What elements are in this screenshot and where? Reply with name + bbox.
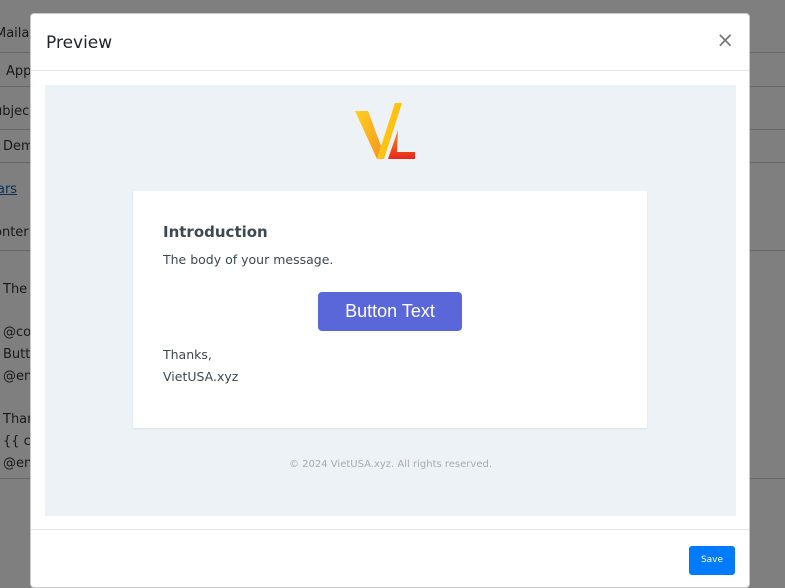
copyright-text: © 2024 VietUSA.xyz. All rights reserved. <box>289 459 492 470</box>
email-card: Introduction The body of your message. B… <box>133 191 647 428</box>
preview-modal: Preview × Introduction The body of your … <box>30 13 750 588</box>
email-action-button[interactable]: Button Text <box>318 292 462 331</box>
signature-text: VietUSA.xyz <box>163 369 239 384</box>
email-signoff: Thanks, VietUSA.xyz <box>163 344 238 388</box>
vl-logo-icon <box>355 103 415 159</box>
modal-footer: Save <box>31 529 749 587</box>
modal-header: Preview × <box>31 14 749 71</box>
close-icon[interactable]: × <box>716 30 734 51</box>
email-preview: Introduction The body of your message. B… <box>45 85 736 516</box>
modal-title: Preview <box>46 33 113 53</box>
email-body-text: The body of your message. <box>163 252 334 267</box>
thanks-text: Thanks, <box>163 347 212 362</box>
save-button[interactable]: Save <box>689 546 735 575</box>
email-heading: Introduction <box>163 223 268 241</box>
